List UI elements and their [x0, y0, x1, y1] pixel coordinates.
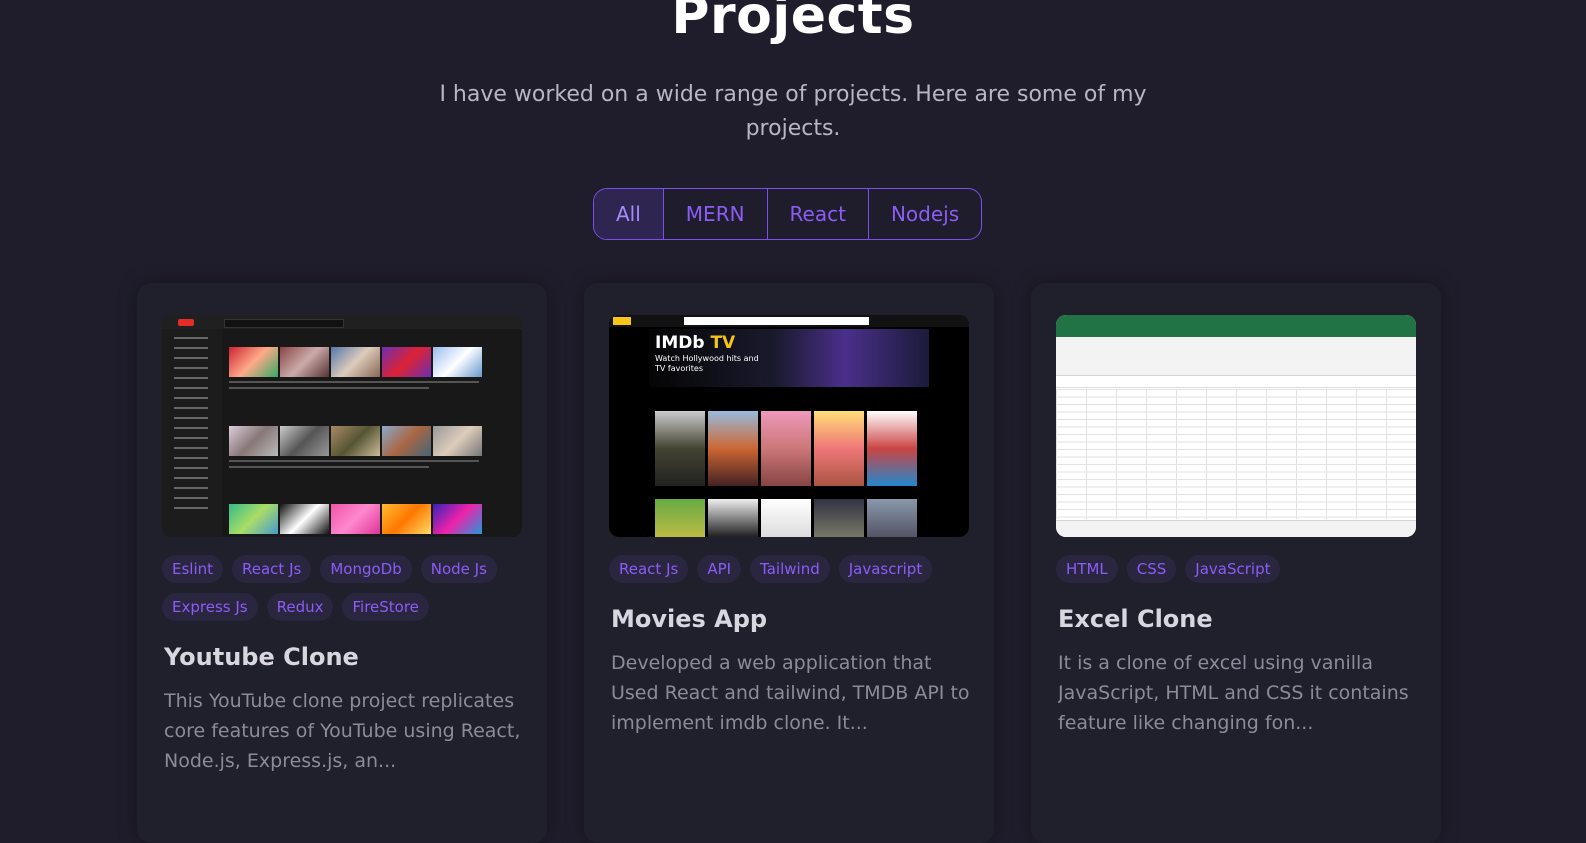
project-card-excel[interactable]: HTML CSS JavaScript Excel Clone It is a … [1031, 283, 1441, 843]
project-thumbnail[interactable] [1056, 315, 1416, 537]
tag: React Js [609, 555, 689, 583]
project-description: It is a clone of excel using vanilla Jav… [1058, 652, 1409, 734]
imdb-brand: IMDb [655, 333, 705, 353]
tag: Eslint [162, 555, 224, 583]
filter-mern[interactable]: MERN [664, 189, 768, 239]
project-title[interactable]: Excel Clone [1058, 605, 1213, 633]
tag-list: Eslint React Js MongoDb Node Js Express … [162, 555, 532, 621]
tag: JavaScript [1185, 555, 1281, 583]
filter-nodejs[interactable]: Nodejs [869, 189, 981, 239]
tag-list: React Js API Tailwind Javascript [609, 555, 979, 583]
tag: Redux [266, 593, 334, 621]
imdb-tv: TV [710, 333, 736, 353]
project-description: This YouTube clone project replicates co… [164, 690, 521, 772]
tag: CSS [1126, 555, 1177, 583]
imdb-logo-icon [613, 317, 631, 325]
filter-all[interactable]: All [594, 189, 664, 239]
filter-react[interactable]: React [768, 189, 869, 239]
filter-tabs: All MERN React Nodejs [593, 188, 983, 240]
tag: HTML [1056, 555, 1118, 583]
section-subtitle: I have worked on a wide range of project… [439, 82, 1147, 141]
youtube-logo-icon [178, 319, 194, 326]
project-thumbnail[interactable]: IMDb TV Watch Hollywood hits and TV favo… [609, 315, 969, 537]
section-title: Projects [671, 0, 915, 46]
tag-list: HTML CSS JavaScript [1056, 555, 1426, 583]
tag: Tailwind [750, 555, 830, 583]
project-thumbnail[interactable] [162, 315, 522, 537]
tag: Javascript [838, 555, 933, 583]
project-title[interactable]: Movies App [611, 605, 767, 633]
imdb-tagline: Watch Hollywood hits and TV favorites [655, 354, 759, 373]
tag: FireStore [342, 593, 429, 621]
tag: API [697, 555, 742, 583]
project-description: Developed a web application that Used Re… [611, 652, 970, 734]
project-card-youtube[interactable]: Eslint React Js MongoDb Node Js Express … [137, 283, 547, 843]
tag: Express Js [162, 593, 258, 621]
tag: Node Js [420, 555, 497, 583]
tag: React Js [232, 555, 312, 583]
project-card-movies[interactable]: IMDb TV Watch Hollywood hits and TV favo… [584, 283, 994, 843]
project-title[interactable]: Youtube Clone [164, 643, 359, 671]
tag: MongoDb [320, 555, 412, 583]
